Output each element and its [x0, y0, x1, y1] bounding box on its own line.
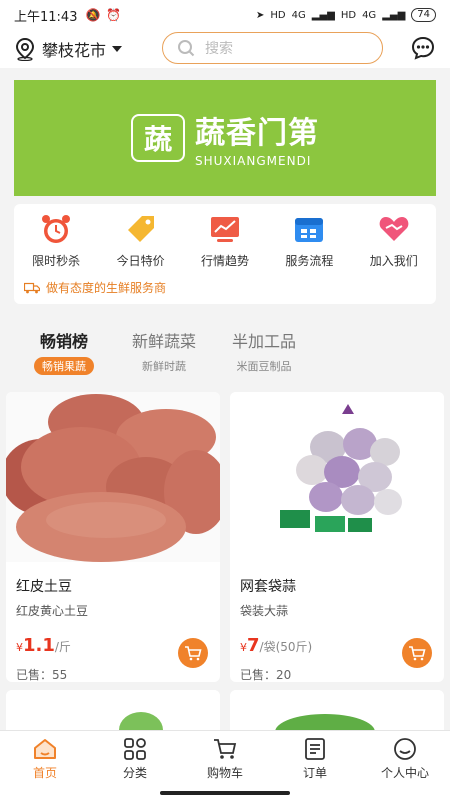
message-button[interactable]	[410, 35, 436, 65]
home-indicator[interactable]	[0, 786, 450, 800]
service-label: 今日特价	[116, 254, 165, 268]
signal-icon: ▂▄▆	[311, 9, 335, 21]
service-process[interactable]: 服务流程	[273, 212, 345, 269]
search-placeholder: 搜索	[205, 41, 233, 57]
tab-title: 半加工品	[231, 332, 296, 351]
cart-icon	[409, 646, 426, 661]
brand-name-cn: 蔬香门第	[195, 116, 319, 151]
services-row: 限时秒杀 今日特价 行情趋势 服务流程 加入我们	[14, 204, 436, 269]
service-today-special[interactable]: 今日特价	[105, 212, 177, 269]
bottom-tab-bar: 首页 分类 购物车 订单 个人中心	[0, 730, 450, 786]
hd-badge-1: HD	[270, 9, 286, 21]
potato-image	[6, 392, 220, 562]
cart-icon	[185, 646, 202, 661]
tab-subtitle: 新鲜时蔬	[142, 360, 186, 373]
currency-symbol: ¥	[240, 641, 247, 654]
product-image-potato	[6, 392, 220, 562]
product-name: 网套袋蒜	[240, 579, 296, 595]
price-value: 1.1	[23, 635, 55, 656]
calendar-icon	[295, 218, 324, 242]
price-unit: /袋(50斤)	[259, 640, 313, 654]
slogan-text: 做有态度的生鲜服务商	[46, 281, 167, 295]
tab-subtitle: 畅销果蔬	[34, 357, 94, 375]
brand-banner[interactable]: 蔬 蔬香门第 SHUXIANGMENDI	[14, 80, 436, 196]
tab-label: 购物车	[206, 765, 243, 780]
city-selector[interactable]: 攀枝花市	[14, 37, 123, 61]
add-to-cart-button[interactable]	[402, 638, 432, 668]
product-description: 红皮黄心土豆	[16, 604, 89, 618]
service-flash-sale[interactable]: 限时秒杀	[20, 212, 92, 269]
tab-home[interactable]: 首页	[0, 731, 90, 786]
alarm-clock-icon	[42, 215, 71, 243]
alarm-icon: ⏰	[106, 8, 122, 22]
trend-chart-icon	[210, 217, 239, 242]
logo-character: 蔬	[143, 123, 172, 156]
hd-badge-2: HD	[340, 9, 357, 21]
signal-icon-2: ▂▄▆	[382, 9, 406, 21]
add-to-cart-button[interactable]	[178, 638, 208, 668]
location-arrow-icon: ➤	[256, 9, 265, 21]
tab-title: 畅销榜	[39, 332, 88, 351]
profile-icon	[394, 737, 416, 760]
handshake-icon	[379, 217, 409, 241]
network-2: 4G	[362, 9, 377, 21]
services-card: 限时秒杀 今日特价 行情趋势 服务流程 加入我们 做有态度的生鲜服务商	[14, 204, 436, 304]
search-icon	[178, 40, 195, 57]
brand-logo: 蔬	[131, 114, 185, 162]
garlic-image	[230, 392, 444, 562]
tab-label: 分类	[122, 765, 147, 780]
location-pin-icon	[15, 37, 35, 61]
shopping-cart-icon	[214, 738, 237, 759]
battery-level: 74	[411, 8, 436, 22]
tab-label: 首页	[32, 765, 57, 780]
service-label: 服务流程	[285, 254, 334, 268]
sold-count: 已售：55	[16, 668, 68, 682]
silent-icon: 🔕	[85, 8, 101, 22]
search-input[interactable]: 搜索	[162, 32, 383, 64]
price-unit: /斤	[54, 640, 71, 654]
tab-semi-processed[interactable]: 半加工品 米面豆制品	[214, 328, 314, 378]
tab-profile[interactable]: 个人中心	[360, 731, 450, 786]
currency-symbol: ¥	[16, 641, 23, 654]
top-header: 攀枝花市 搜索	[0, 30, 450, 68]
delivery-truck-icon	[24, 282, 40, 293]
service-label: 加入我们	[369, 254, 418, 268]
tab-category[interactable]: 分类	[90, 731, 180, 786]
product-name: 红皮土豆	[16, 579, 72, 595]
sold-count: 已售：20	[240, 668, 292, 682]
order-list-icon	[305, 737, 325, 760]
product-image-garlic	[230, 392, 444, 562]
tab-label: 个人中心	[380, 765, 429, 780]
tab-subtitle: 米面豆制品	[236, 360, 292, 373]
price-tag-icon	[127, 216, 154, 242]
tab-label: 订单	[302, 765, 327, 780]
network-1: 4G	[291, 9, 306, 21]
chat-bubble-icon	[411, 36, 435, 60]
service-label: 行情趋势	[200, 254, 249, 268]
status-right: ➤ HD 4G ▂▄▆ HD 4G ▂▄▆ 74	[256, 8, 436, 22]
service-label: 限时秒杀	[32, 254, 81, 268]
status-bar: 上午11:43 🔕 ⏰ ➤ HD 4G ▂▄▆ HD 4G ▂▄▆ 74	[0, 0, 450, 30]
tab-fresh-vegetables[interactable]: 新鲜蔬菜 新鲜时蔬	[114, 328, 214, 378]
price-value: 7	[247, 635, 260, 656]
status-icons: 🔕 ⏰	[85, 8, 121, 22]
product-card[interactable]: 网套袋蒜 袋装大蒜 ¥7/袋(50斤) 已售：20	[230, 392, 444, 682]
chevron-down-icon	[112, 46, 123, 52]
status-time: 上午11:43	[14, 9, 78, 25]
city-name: 攀枝花市	[42, 41, 107, 60]
category-grid-icon	[124, 737, 146, 760]
service-market-trend[interactable]: 行情趋势	[189, 212, 261, 269]
tab-orders[interactable]: 订单	[270, 731, 360, 786]
product-description: 袋装大蒜	[240, 604, 289, 618]
product-card[interactable]: 红皮土豆 红皮黄心土豆 ¥1.1/斤 已售：55	[6, 392, 220, 682]
service-join-us[interactable]: 加入我们	[358, 212, 430, 269]
tab-title: 新鲜蔬菜	[131, 332, 196, 351]
slogan: 做有态度的生鲜服务商	[24, 279, 436, 296]
home-icon	[34, 738, 56, 759]
category-tabs: 畅销榜 畅销果蔬 新鲜蔬菜 新鲜时蔬 半加工品 米面豆制品	[14, 328, 436, 378]
tab-best-sellers[interactable]: 畅销榜 畅销果蔬	[14, 328, 114, 378]
brand-name-en: SHUXIANGMENDI	[195, 154, 312, 168]
brand-text: 蔬香门第 SHUXIANGMENDI	[195, 108, 319, 168]
tab-cart[interactable]: 购物车	[180, 731, 270, 786]
